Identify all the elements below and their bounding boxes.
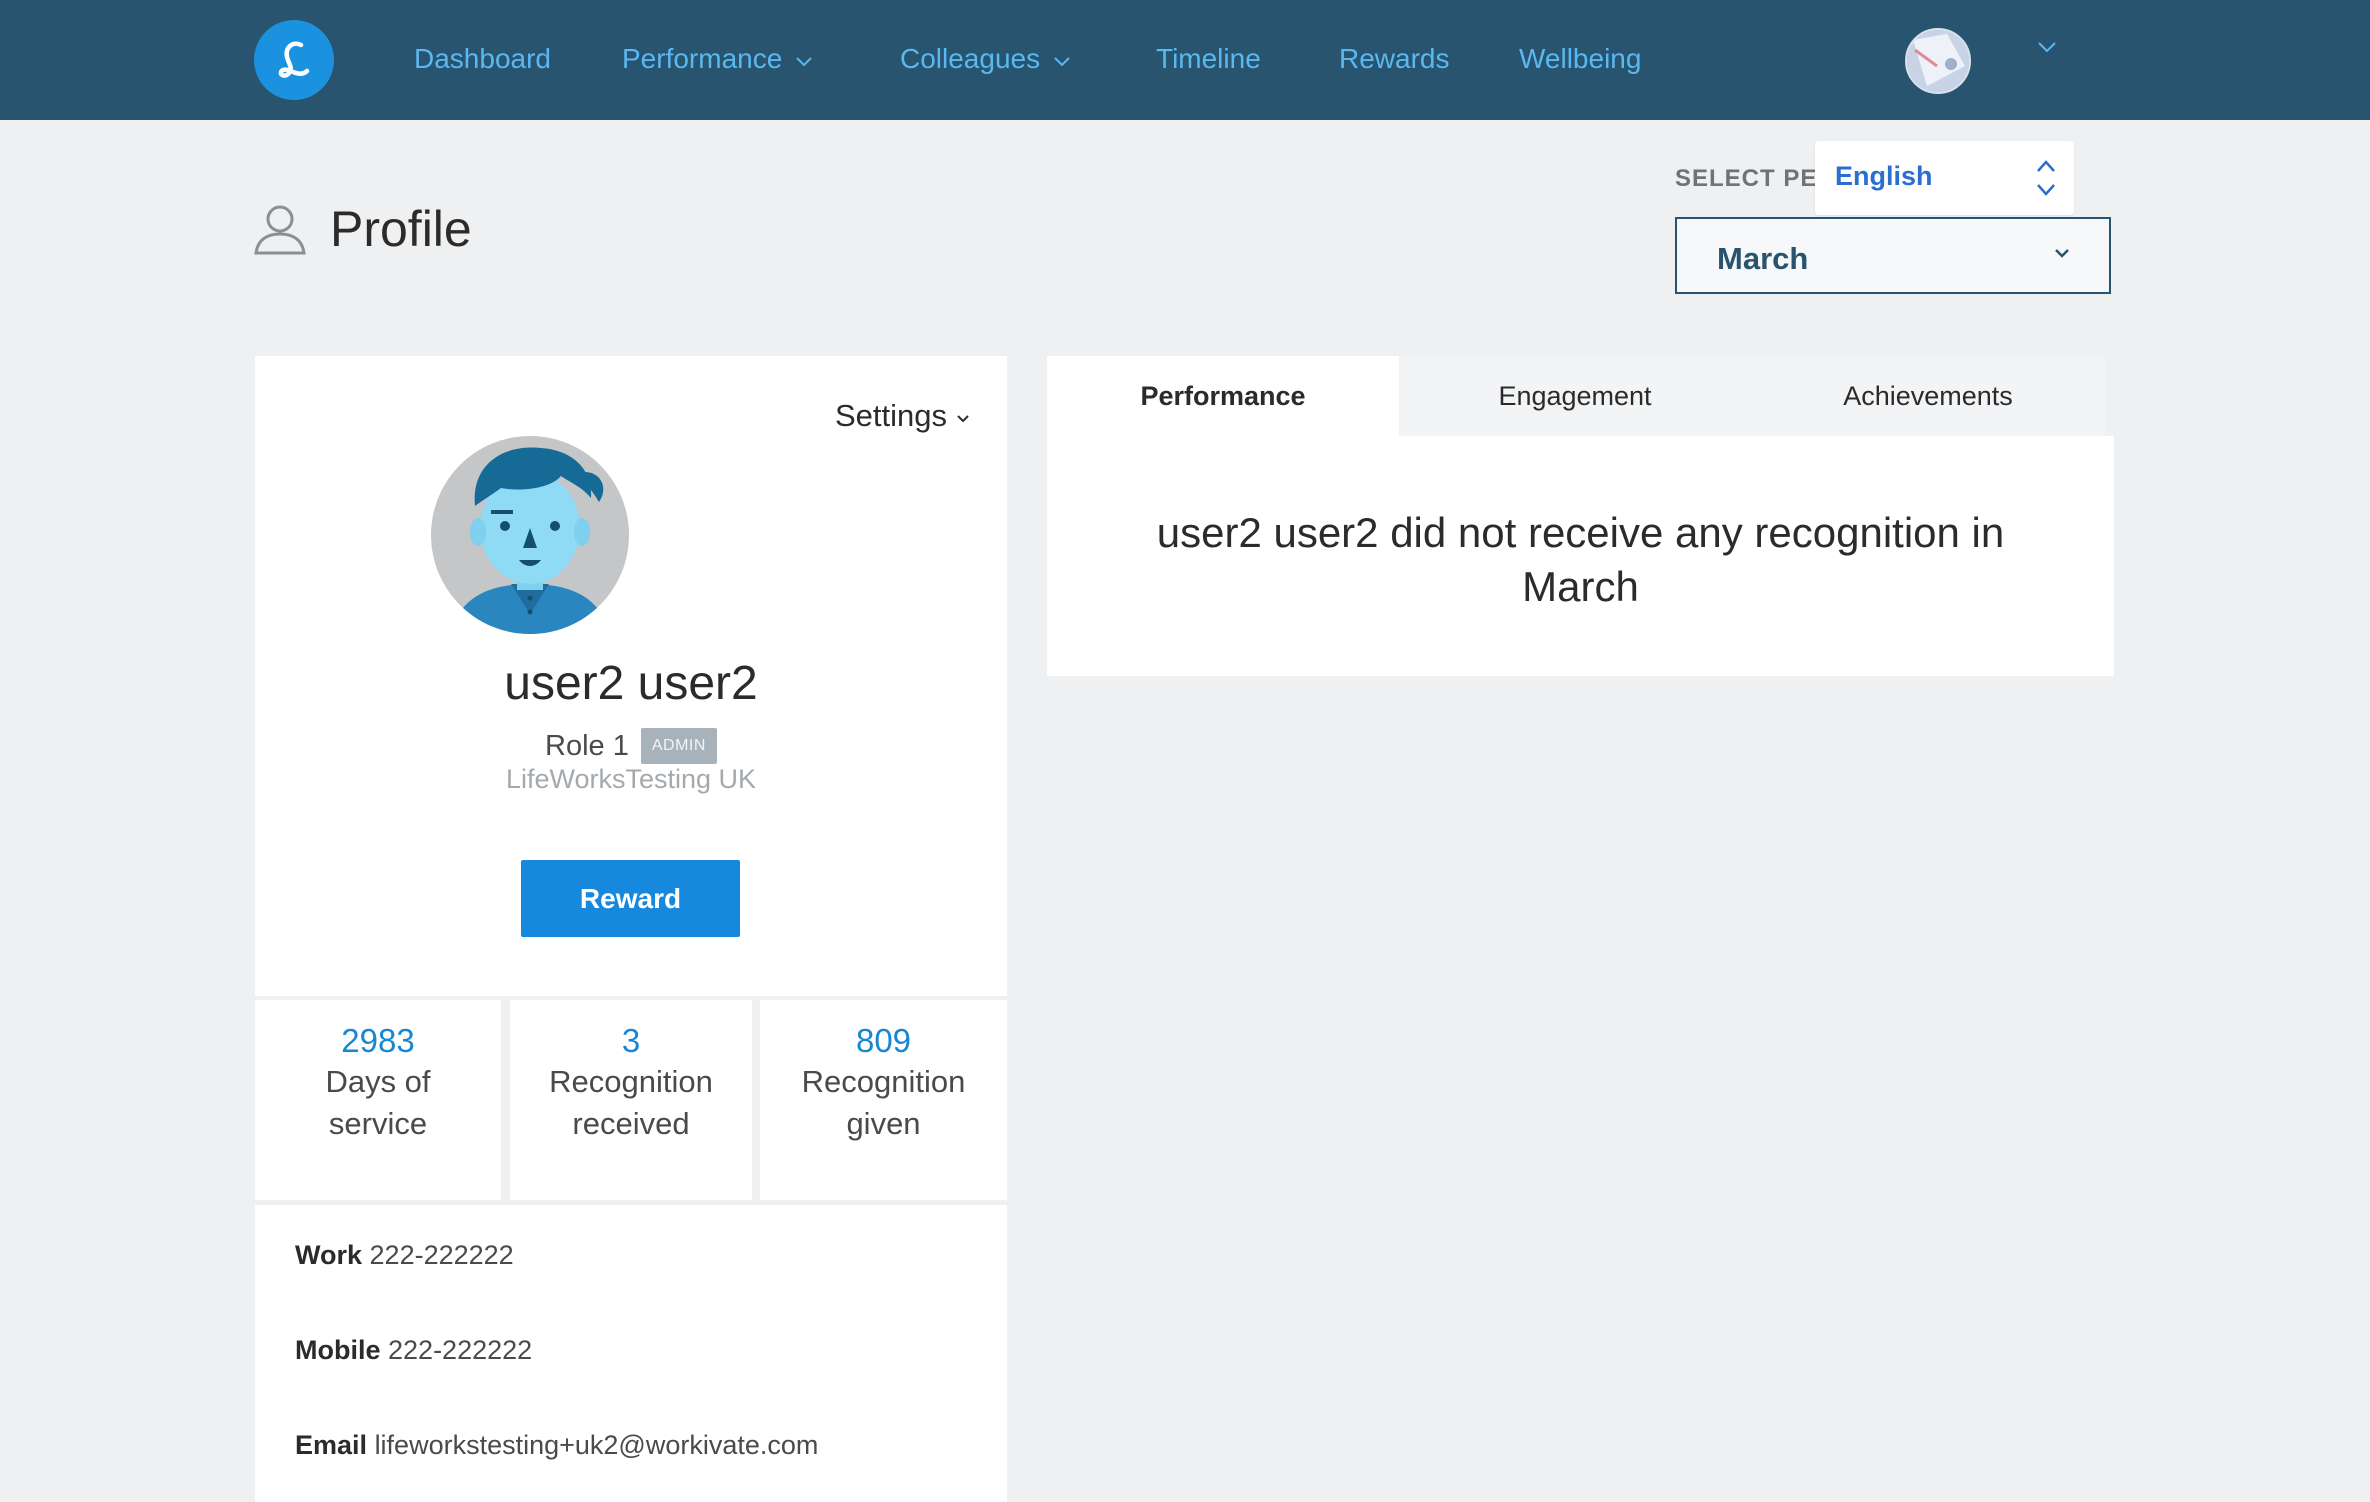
company-name: LifeWorksTesting UK <box>505 764 757 794</box>
stat-label-line1: Days of <box>325 1064 431 1099</box>
tab-engagement[interactable]: Engagement <box>1399 356 1751 436</box>
period-select-value: March <box>1717 241 1809 276</box>
nav-performance-label: Performance <box>622 43 783 74</box>
nav-dashboard[interactable]: Dashboard <box>414 0 551 118</box>
profile-tabs: Performance Engagement Achievements <box>1047 356 2105 436</box>
user-name: user2 user2 <box>504 657 758 710</box>
message-line2: March <box>1522 563 1639 610</box>
profile-person-icon <box>254 205 306 255</box>
nav-wellbeing[interactable]: Wellbeing <box>1519 0 1641 118</box>
page-header: Profile <box>252 200 472 258</box>
nav-dashboard-label: Dashboard <box>414 43 551 74</box>
contact-email-value[interactable]: lifeworkstesting+uk2@workivate.com <box>375 1430 819 1460</box>
nav-colleagues-label: Colleagues <box>900 43 1041 74</box>
nav-colleagues[interactable]: Colleagues <box>900 0 1070 118</box>
chevron-down-icon <box>957 415 969 423</box>
stat-value: 2983 <box>341 1022 415 1059</box>
stat-label-line1: Recognition <box>549 1064 713 1099</box>
contact-email: Email lifeworkstesting+uk2@workivate.com <box>295 1430 818 1461</box>
chevron-down-icon <box>2055 249 2069 258</box>
settings-dropdown[interactable]: Settings <box>835 398 969 434</box>
account-menu-chevron-icon[interactable] <box>2038 42 2056 53</box>
stat-value: 3 <box>621 1022 641 1059</box>
nav-rewards[interactable]: Rewards <box>1339 0 1449 118</box>
stat-label-line2: given <box>846 1106 921 1141</box>
nav-timeline-label: Timeline <box>1156 43 1261 74</box>
chevron-down-icon <box>796 57 813 67</box>
settings-label: Settings <box>834 398 947 433</box>
language-selector[interactable]: English <box>1815 141 2074 215</box>
stat-label-line2: received <box>572 1106 690 1141</box>
page-title: Profile <box>330 201 472 257</box>
profile-card: Settings user2 user2 Role 1 ADMIN LifeWo… <box>255 356 1007 996</box>
tab-achievements[interactable]: Achievements <box>1751 356 2105 436</box>
contact-mobile-value[interactable]: 222-222222 <box>388 1335 532 1365</box>
profile-avatar <box>431 436 629 634</box>
contact-card: Work 222-222222 Mobile 222-222222 Email … <box>255 1205 1007 1502</box>
role-line: Role 1 ADMIN <box>255 728 1007 764</box>
stat-recognition-received[interactable]: 3 Recognition received <box>510 1000 752 1200</box>
reward-button[interactable]: Reward <box>521 860 740 937</box>
contact-email-label: Email <box>295 1430 368 1460</box>
user-avatar[interactable] <box>1905 28 1971 94</box>
app-logo[interactable] <box>254 20 334 100</box>
stat-days-of-service: 2983 Days of service <box>255 1000 501 1200</box>
user-avatar-image <box>1907 30 1969 92</box>
language-value: English <box>1835 161 1933 191</box>
message-line1: user2 user2 did not receive any recognit… <box>1156 509 2005 556</box>
stat-recognition-given[interactable]: 809 Recognition given <box>760 1000 1007 1200</box>
admin-badge: ADMIN <box>640 728 717 764</box>
nav-rewards-label: Rewards <box>1339 43 1450 74</box>
period-select[interactable]: March <box>1675 217 2111 294</box>
contact-work-label: Work <box>295 1240 363 1270</box>
chevron-down-icon <box>1054 57 1070 67</box>
tab-performance[interactable]: Performance <box>1047 356 1399 436</box>
contact-work: Work 222-222222 <box>295 1240 514 1271</box>
stat-label-line1: Recognition <box>801 1064 966 1099</box>
contact-mobile-label: Mobile <box>295 1335 381 1365</box>
stat-label-line2: service <box>328 1106 428 1141</box>
performance-panel: user2 user2 did not receive any recognit… <box>1047 436 2114 676</box>
empty-recognition-message: user2 user2 did not receive any recognit… <box>1127 506 2034 614</box>
user-role: Role 1 <box>545 729 629 762</box>
contact-work-value[interactable]: 222-222222 <box>370 1240 514 1270</box>
stat-value: 809 <box>855 1022 912 1059</box>
nav-timeline[interactable]: Timeline <box>1156 0 1261 118</box>
lifeworks-logo-icon <box>278 41 310 78</box>
contact-mobile: Mobile 222-222222 <box>295 1335 532 1366</box>
up-down-chevron-icon <box>2037 160 2055 196</box>
nav-performance[interactable]: Performance <box>622 0 813 118</box>
nav-wellbeing-label: Wellbeing <box>1519 43 1642 74</box>
top-navigation-bar: Dashboard Performance Colleagues Timelin… <box>0 0 2370 120</box>
